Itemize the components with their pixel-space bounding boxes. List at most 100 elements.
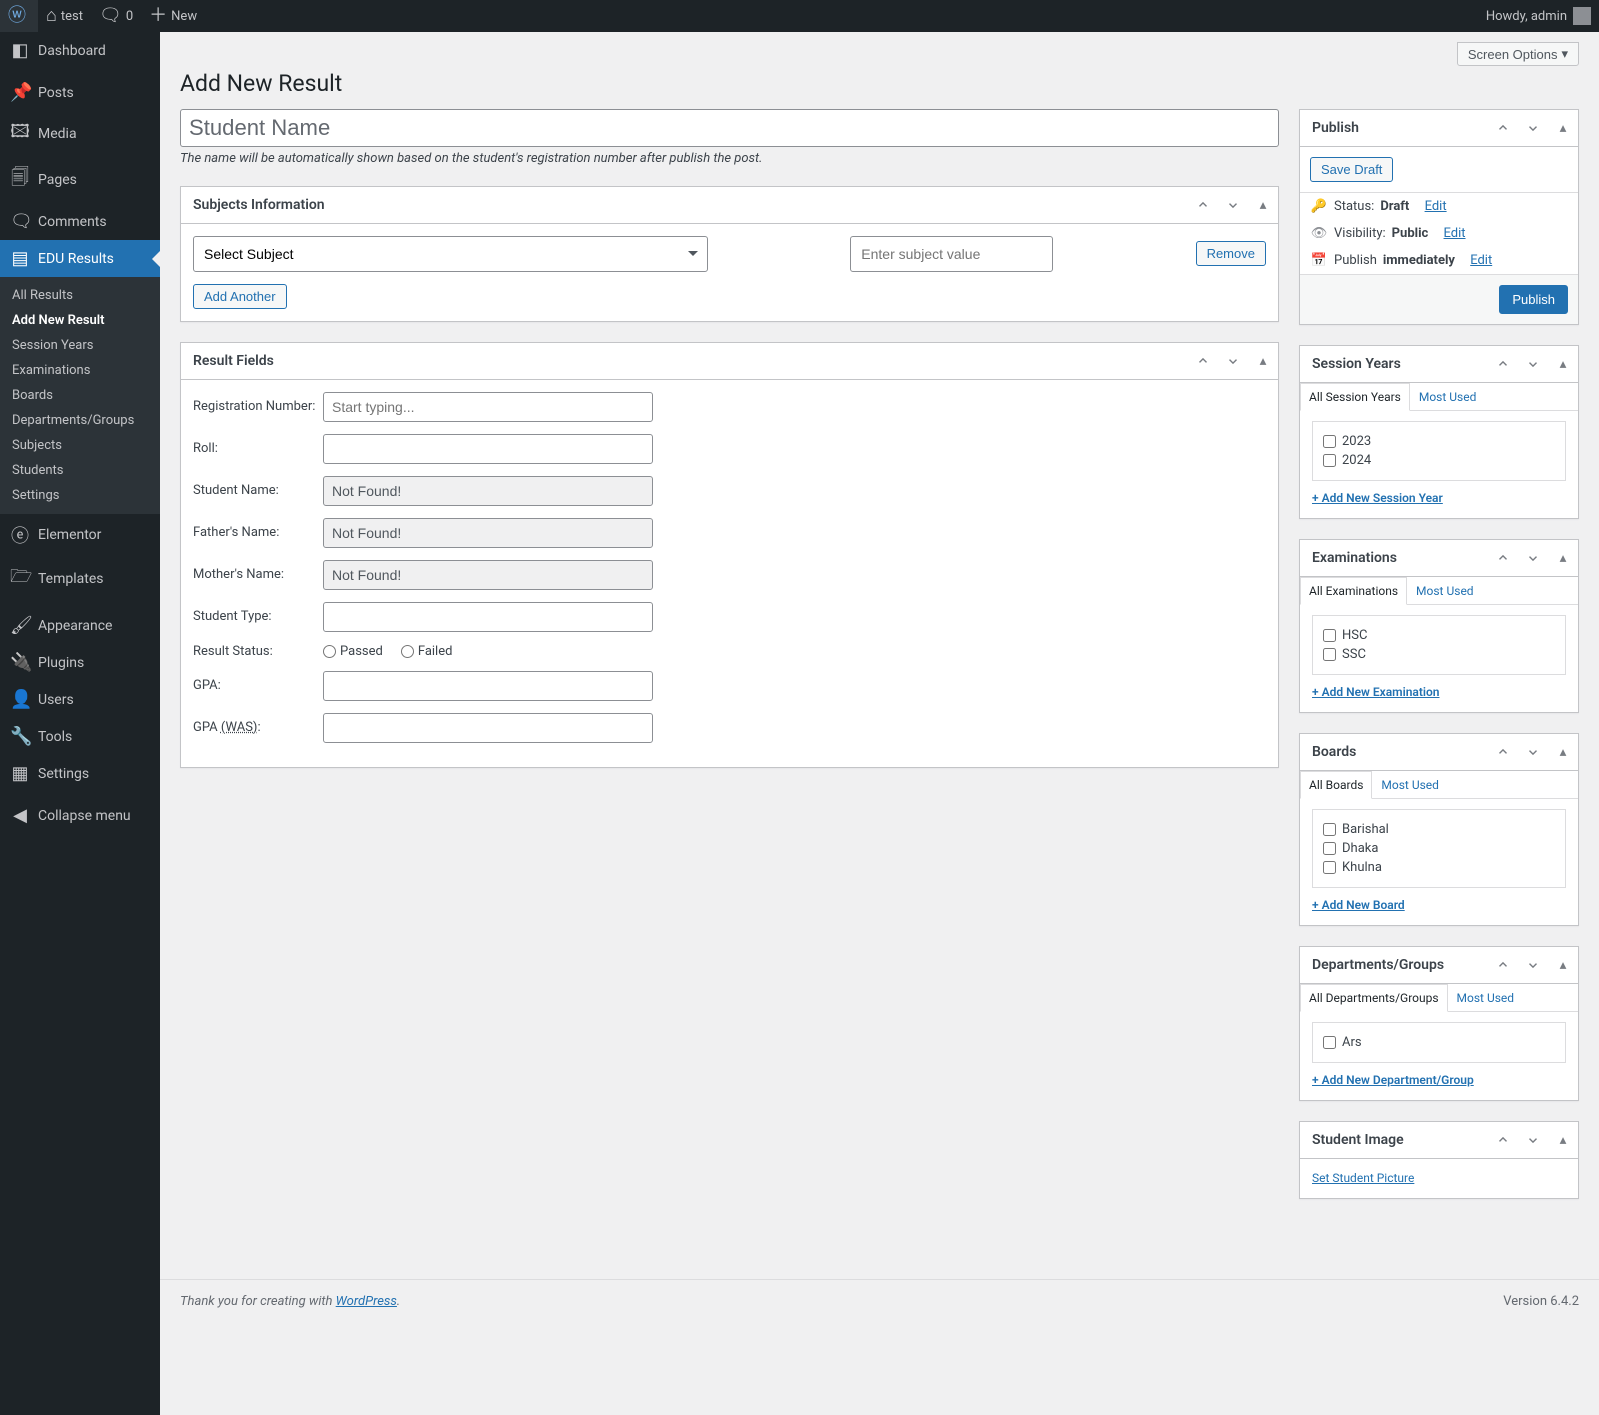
box-toggle[interactable]: ▴ bbox=[1548, 1122, 1578, 1158]
menu-plugins[interactable]: 🔌Plugins bbox=[0, 644, 160, 681]
submenu-departments[interactable]: Departments/Groups bbox=[0, 408, 160, 433]
menu-users[interactable]: 👤Users bbox=[0, 681, 160, 718]
tab-all-departments[interactable]: All Departments/Groups bbox=[1300, 984, 1448, 1012]
box-move-down[interactable] bbox=[1518, 1122, 1548, 1158]
submenu-examinations[interactable]: Examinations bbox=[0, 358, 160, 383]
edit-status-link[interactable]: Edit bbox=[1425, 199, 1447, 214]
menu-media[interactable]: 🖾Media bbox=[0, 111, 160, 157]
tab-most-used-examinations[interactable]: Most Used bbox=[1407, 577, 1483, 605]
my-account[interactable]: Howdy, admin bbox=[1478, 0, 1599, 32]
box-toggle[interactable]: ▴ bbox=[1548, 346, 1578, 382]
gpa-input[interactable] bbox=[323, 671, 653, 701]
checkbox-examination[interactable]: SSC bbox=[1323, 645, 1555, 664]
tab-all-boards[interactable]: All Boards bbox=[1300, 771, 1372, 799]
box-toggle[interactable]: ▴ bbox=[1548, 540, 1578, 576]
reg-number-input[interactable] bbox=[323, 392, 653, 422]
menu-appearance[interactable]: 🖌Appearance bbox=[0, 607, 160, 644]
title-input[interactable] bbox=[180, 109, 1279, 147]
status-failed-radio[interactable] bbox=[401, 645, 414, 658]
menu-templates[interactable]: 🗁Templates bbox=[0, 556, 160, 602]
box-move-down[interactable] bbox=[1218, 343, 1248, 379]
tab-most-used-session-years[interactable]: Most Used bbox=[1410, 383, 1486, 411]
submenu-all-results[interactable]: All Results bbox=[0, 283, 160, 308]
box-move-up[interactable] bbox=[1488, 1122, 1518, 1158]
student-type-label: Student Type: bbox=[193, 609, 323, 624]
box-toggle[interactable]: ▴ bbox=[1248, 187, 1278, 223]
roll-input[interactable] bbox=[323, 434, 653, 464]
student-type-input[interactable] bbox=[323, 602, 653, 632]
visibility-label: Visibility: bbox=[1334, 226, 1386, 241]
tab-most-used-departments[interactable]: Most Used bbox=[1448, 984, 1524, 1012]
add-another-button[interactable]: Add Another bbox=[193, 284, 287, 309]
box-move-up[interactable] bbox=[1488, 110, 1518, 146]
checkbox-session-year[interactable]: 2023 bbox=[1323, 432, 1555, 451]
submenu-boards[interactable]: Boards bbox=[0, 383, 160, 408]
box-move-up[interactable] bbox=[1188, 187, 1218, 223]
wp-logo[interactable]: ⓦ bbox=[0, 0, 38, 32]
status-passed-option[interactable]: Passed bbox=[323, 644, 383, 659]
status-failed-option[interactable]: Failed bbox=[401, 644, 453, 659]
box-move-up[interactable] bbox=[1488, 346, 1518, 382]
box-move-up[interactable] bbox=[1188, 343, 1218, 379]
checkbox-examination[interactable]: HSC bbox=[1323, 626, 1555, 645]
tab-most-used-boards[interactable]: Most Used bbox=[1372, 771, 1448, 799]
remove-button[interactable]: Remove bbox=[1196, 241, 1266, 266]
screen-options-button[interactable]: Screen Options ▾ bbox=[1457, 42, 1579, 66]
publish-button[interactable]: Publish bbox=[1499, 285, 1568, 314]
wordpress-link[interactable]: WordPress bbox=[336, 1294, 397, 1309]
collapse-icon: ◀ bbox=[10, 805, 30, 826]
box-move-down[interactable] bbox=[1518, 540, 1548, 576]
submenu-subjects[interactable]: Subjects bbox=[0, 433, 160, 458]
add-new-session-year-link[interactable]: + Add New Session Year bbox=[1312, 491, 1443, 505]
menu-comments[interactable]: 🗨Comments bbox=[0, 203, 160, 240]
add-new-board-link[interactable]: + Add New Board bbox=[1312, 898, 1405, 912]
box-move-down[interactable] bbox=[1518, 947, 1548, 983]
box-move-down[interactable] bbox=[1518, 346, 1548, 382]
menu-pages[interactable]: 🗐Pages bbox=[0, 157, 160, 203]
edit-publish-link[interactable]: Edit bbox=[1470, 253, 1492, 268]
tab-all-session-years[interactable]: All Session Years bbox=[1300, 383, 1410, 411]
site-name-link[interactable]: ⌂test bbox=[38, 0, 91, 32]
menu-posts[interactable]: 📌Posts bbox=[0, 74, 160, 111]
menu-collapse[interactable]: ◀Collapse menu bbox=[0, 797, 160, 834]
status-passed-radio[interactable] bbox=[323, 645, 336, 658]
box-toggle[interactable]: ▴ bbox=[1548, 110, 1578, 146]
comments-link[interactable]: 🗨0 bbox=[91, 0, 141, 32]
subject-value-input[interactable] bbox=[850, 236, 1053, 272]
box-move-down[interactable] bbox=[1518, 110, 1548, 146]
box-toggle[interactable]: ▴ bbox=[1548, 947, 1578, 983]
gpa-label: GPA: bbox=[193, 678, 323, 693]
menu-edu-results[interactable]: ▤EDU Results bbox=[0, 240, 160, 277]
box-move-down[interactable] bbox=[1218, 187, 1248, 223]
subject-select[interactable]: Select Subject bbox=[193, 236, 708, 272]
menu-elementor[interactable]: ⓔElementor bbox=[0, 514, 160, 556]
menu-dashboard[interactable]: ◧Dashboard bbox=[0, 32, 160, 69]
submenu-students[interactable]: Students bbox=[0, 458, 160, 483]
add-new-department-link[interactable]: + Add New Department/Group bbox=[1312, 1073, 1474, 1087]
checkbox-board[interactable]: Dhaka bbox=[1323, 839, 1555, 858]
checkbox-board[interactable]: Khulna bbox=[1323, 858, 1555, 877]
submenu-session-years[interactable]: Session Years bbox=[0, 333, 160, 358]
menu-settings[interactable]: ▦Settings bbox=[0, 755, 160, 792]
set-student-picture-link[interactable]: Set Student Picture bbox=[1312, 1171, 1414, 1185]
tab-all-examinations[interactable]: All Examinations bbox=[1300, 577, 1407, 605]
box-move-up[interactable] bbox=[1488, 734, 1518, 770]
save-draft-button[interactable]: Save Draft bbox=[1310, 157, 1393, 182]
box-move-down[interactable] bbox=[1518, 734, 1548, 770]
box-toggle[interactable]: ▴ bbox=[1548, 734, 1578, 770]
checkbox-board[interactable]: Barishal bbox=[1323, 820, 1555, 839]
box-toggle[interactable]: ▴ bbox=[1248, 343, 1278, 379]
checkbox-department[interactable]: Ars bbox=[1323, 1033, 1555, 1052]
gpa-was-input[interactable] bbox=[323, 713, 653, 743]
submenu-add-new[interactable]: Add New Result bbox=[0, 308, 160, 333]
boards-title: Boards bbox=[1300, 734, 1368, 770]
add-new-examination-link[interactable]: + Add New Examination bbox=[1312, 685, 1440, 699]
menu-tools[interactable]: 🔧Tools bbox=[0, 718, 160, 755]
submenu-settings[interactable]: Settings bbox=[0, 483, 160, 508]
checkbox-session-year[interactable]: 2024 bbox=[1323, 451, 1555, 470]
box-move-up[interactable] bbox=[1488, 947, 1518, 983]
new-content-link[interactable]: ＋New bbox=[141, 0, 205, 32]
box-move-up[interactable] bbox=[1488, 540, 1518, 576]
status-label: Status: bbox=[1334, 199, 1374, 214]
edit-visibility-link[interactable]: Edit bbox=[1444, 226, 1466, 241]
